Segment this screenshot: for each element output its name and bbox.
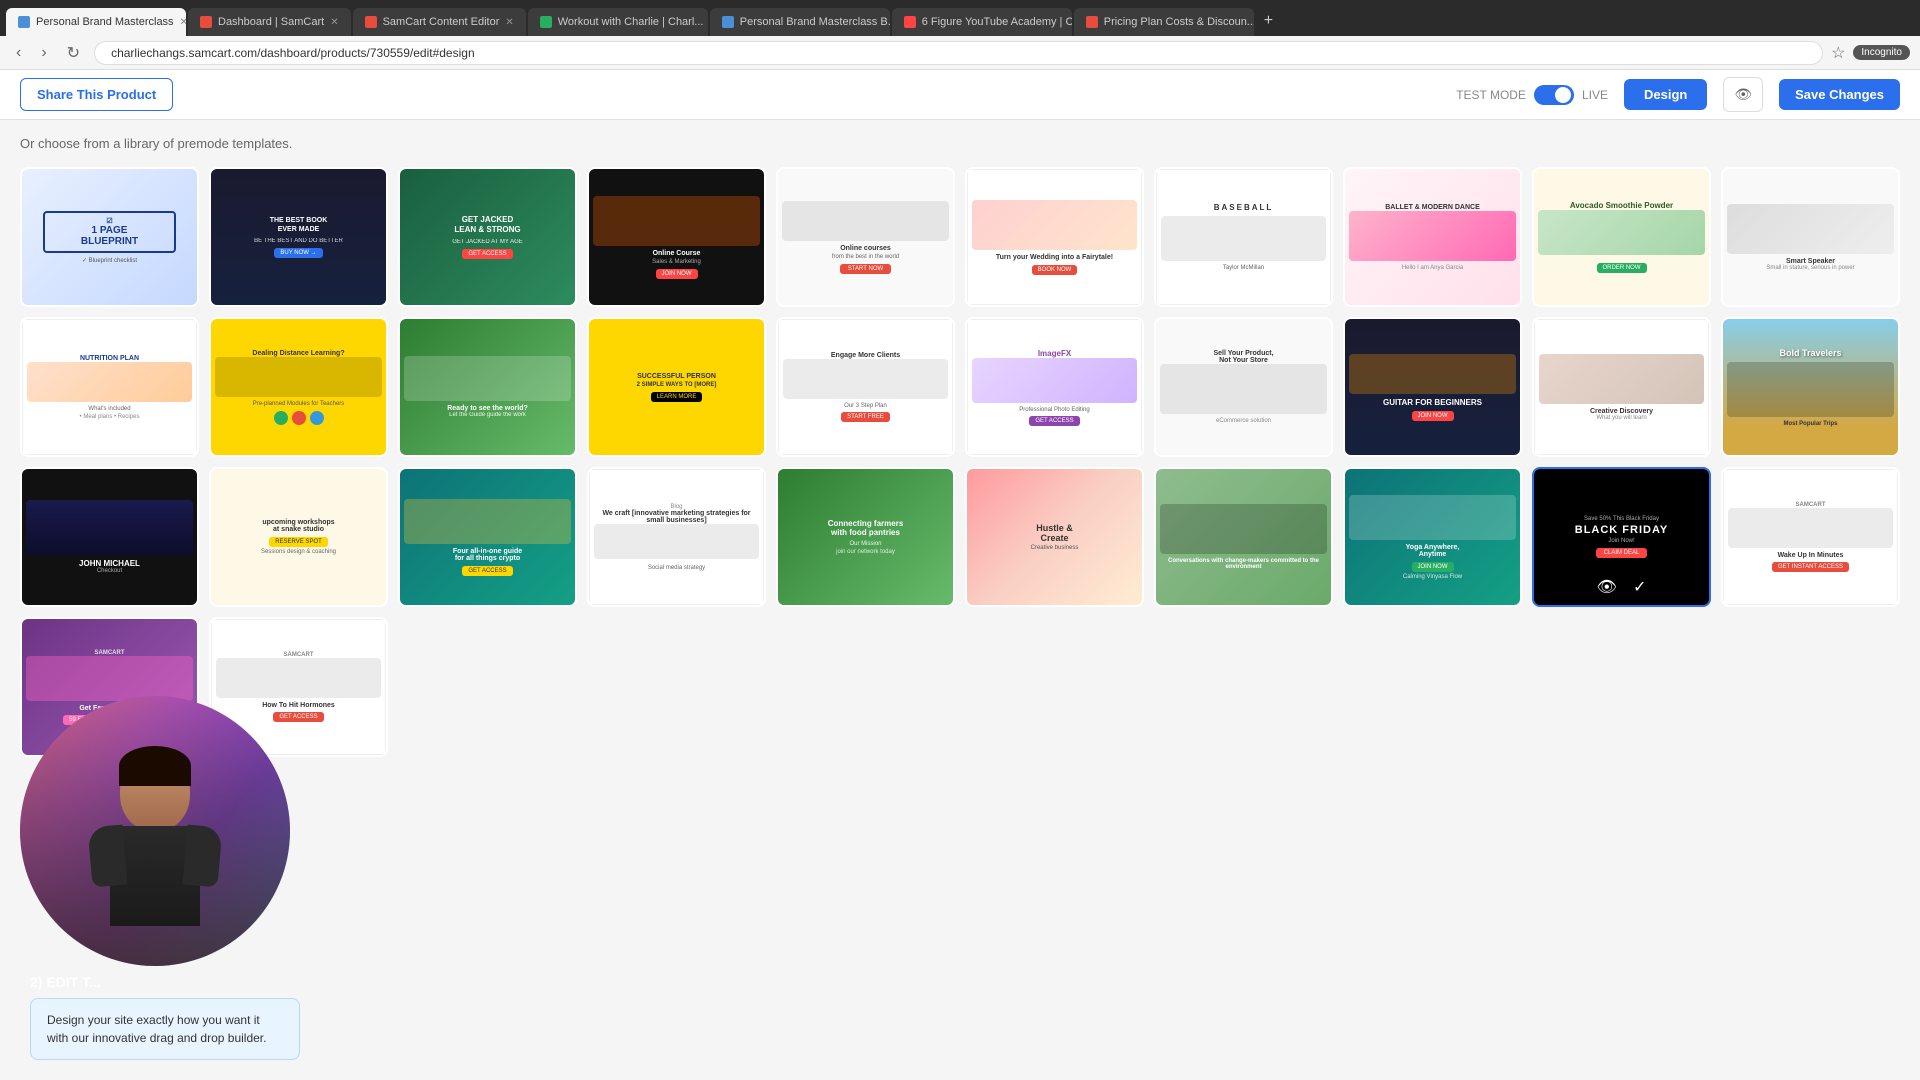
browser-tabs: Personal Brand Masterclass ✕ Dashboard |… <box>0 0 1920 36</box>
template-card-21[interactable]: JOHN MICHAEL Checkout <box>20 467 199 607</box>
share-product-button[interactable]: Share This Product <box>20 78 173 111</box>
toggle-knob <box>1555 87 1571 103</box>
test-mode-toggle[interactable] <box>1534 85 1574 105</box>
template-card-24[interactable]: Blog We craft [innovative marketing stra… <box>587 467 766 607</box>
template-card-29[interactable]: Save 50% This Black Friday BLACK FRIDAY … <box>1532 467 1711 607</box>
template-card-27[interactable]: Conversations with change-makers committ… <box>1154 467 1333 607</box>
template-card-1[interactable]: ☑ 1 PAGE BLUEPRINT ✓ Blueprint checklist <box>20 167 199 307</box>
template-card-8[interactable]: BALLET & MODERN DANCE Hello I am Anya Ga… <box>1343 167 1522 307</box>
template-card-22[interactable]: upcoming workshopsat snake studio RESERV… <box>209 467 388 607</box>
reload-button[interactable]: ↻ <box>61 41 86 65</box>
template-card-23[interactable]: Four all-in-one guidefor all things cryp… <box>398 467 577 607</box>
browser-address-bar: ‹ › ↻ ☆ Incognito <box>0 36 1920 70</box>
tab-close-3[interactable]: ✕ <box>505 17 513 28</box>
template-card-14[interactable]: SUCCESSFUL PERSON 2 SIMPLE WAYS TO [MORE… <box>587 317 766 457</box>
template-card-15[interactable]: Engage More Clients Our 3 Step Plan STAR… <box>776 317 955 457</box>
tab-favicon-4 <box>540 16 552 28</box>
template-card-25[interactable]: Connecting farmerswith food pantries Our… <box>776 467 955 607</box>
template-card-7[interactable]: BASEBALL Taylor McMillan <box>1154 167 1333 307</box>
design-button[interactable]: Design <box>1624 79 1707 110</box>
step-label: 2) EDIT T... <box>30 974 300 990</box>
save-changes-button[interactable]: Save Changes <box>1779 79 1900 110</box>
tab-workout-charlie[interactable]: Workout with Charlie | Charl... ✕ <box>528 8 708 36</box>
template-grid: ☑ 1 PAGE BLUEPRINT ✓ Blueprint checklist… <box>20 167 1900 757</box>
template-card-17[interactable]: Sell Your Product,Not Your Store eCommer… <box>1154 317 1333 457</box>
tab-favicon-3 <box>365 16 377 28</box>
template-card-9[interactable]: Avocado Smoothie Powder ORDER NOW <box>1532 167 1711 307</box>
template-card-30[interactable]: SAMCART Wake Up In Minutes GET INSTANT A… <box>1721 467 1900 607</box>
test-mode-area: TEST MODE LIVE <box>1456 85 1608 105</box>
tab-personal-brand-masterclass-b[interactable]: Personal Brand Masterclass B... ✕ <box>710 8 890 36</box>
template-card-19[interactable]: Creative Discovery What you will learn <box>1532 317 1711 457</box>
forward-button[interactable]: › <box>35 42 52 64</box>
live-label: LIVE <box>1582 88 1608 102</box>
template-card-16[interactable]: ImageFX Professional Photo Editing GET A… <box>965 317 1144 457</box>
tab-samcart-content-editor[interactable]: SamCart Content Editor ✕ <box>353 8 526 36</box>
template-overlay-29: 👁 ✓ <box>1534 569 1709 605</box>
tab-favicon-7 <box>1086 16 1098 28</box>
subtitle-text: Or choose from a library of premode temp… <box>20 136 1900 151</box>
template-card-18[interactable]: GUITAR FOR BEGINNERS JOIN NOW <box>1343 317 1522 457</box>
tab-favicon-5 <box>722 16 734 28</box>
template-card-3[interactable]: GET JACKEDLEAN & STRONG GET JACKED AT MY… <box>398 167 577 307</box>
new-tab-button[interactable]: + <box>1256 12 1281 30</box>
template-card-5[interactable]: Online courses from the best in the worl… <box>776 167 955 307</box>
template-card-20[interactable]: Bold Travelers Most Popular Trips <box>1721 317 1900 457</box>
back-button[interactable]: ‹ <box>10 42 27 64</box>
browser-chrome: Personal Brand Masterclass ✕ Dashboard |… <box>0 0 1920 70</box>
tab-close-2[interactable]: ✕ <box>330 17 338 28</box>
template-card-6[interactable]: Turn your Wedding into a Fairytale! BOOK… <box>965 167 1144 307</box>
template-card-4[interactable]: Online Course Sales & Marketing JOIN NOW <box>587 167 766 307</box>
tab-favicon-1 <box>18 16 30 28</box>
video-circle <box>20 696 290 966</box>
tab-dashboard-samcart[interactable]: Dashboard | SamCart ✕ <box>188 8 351 36</box>
test-mode-label: TEST MODE <box>1456 88 1526 102</box>
url-input[interactable] <box>94 41 1823 65</box>
tab-personal-brand-masterclass[interactable]: Personal Brand Masterclass ✕ <box>6 8 186 36</box>
template-card-2[interactable]: THE BEST BOOKEVER MADE BE THE BEST AND D… <box>209 167 388 307</box>
preview-button[interactable]: 👁 <box>1723 77 1763 112</box>
template-card-11[interactable]: NUTRITION PLAN What's included • Meal pl… <box>20 317 199 457</box>
preview-overlay-icon[interactable]: 👁 <box>1597 577 1617 597</box>
template-card-12[interactable]: Dealing Distance Learning? Pre-planned M… <box>209 317 388 457</box>
tab-favicon-6 <box>904 16 916 28</box>
video-person <box>20 696 290 966</box>
check-overlay-icon[interactable]: ✓ <box>1633 577 1646 597</box>
tab-close-1[interactable]: ✕ <box>180 17 186 28</box>
app-header: Share This Product TEST MODE LIVE Design… <box>0 70 1920 120</box>
tab-pricing-plan[interactable]: Pricing Plan Costs & Discoun... ✕ <box>1074 8 1254 36</box>
template-card-26[interactable]: Hustle &Create Creative business <box>965 467 1144 607</box>
template-card-13[interactable]: Ready to see the world? Let the Guide gu… <box>398 317 577 457</box>
incognito-badge: Incognito <box>1853 45 1910 60</box>
template-card-28[interactable]: Yoga Anywhere,Anytime JOIN NOW Calming V… <box>1343 467 1522 607</box>
video-overlay: 2) EDIT T... Design your site exactly ho… <box>20 696 310 1060</box>
template-card-10[interactable]: Smart Speaker Small in stature, serious … <box>1721 167 1900 307</box>
tab-favicon-2 <box>200 16 212 28</box>
browser-actions: ☆ Incognito <box>1831 43 1910 63</box>
tab-6-figure-youtube[interactable]: 6 Figure YouTube Academy | C... ✕ <box>892 8 1072 36</box>
tooltip-box: Design your site exactly how you want it… <box>30 998 300 1060</box>
bookmark-icon[interactable]: ☆ <box>1831 43 1845 63</box>
